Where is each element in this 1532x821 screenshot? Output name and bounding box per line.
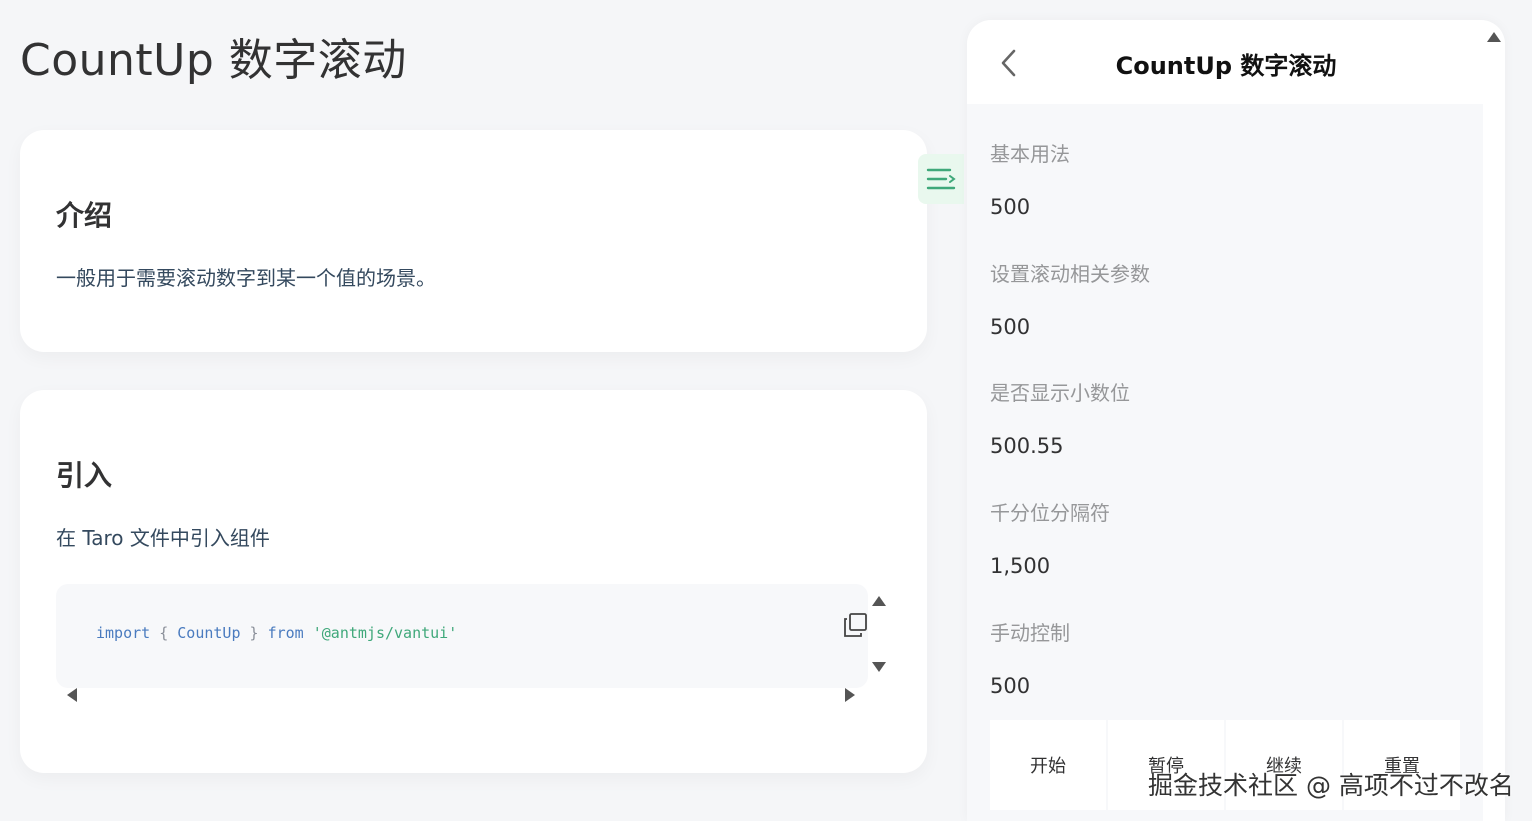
count-up-value: 1,500 (990, 554, 1051, 578)
code-string: '@antmjs/vantui' (312, 624, 458, 642)
import-card: 引入 在 Taro 文件中引入组件 import { CountUp } fro… (20, 390, 927, 773)
code-keyword-from: from (267, 624, 304, 642)
import-text: 在 Taro 文件中引入组件 (56, 526, 270, 550)
toc-button[interactable] (918, 154, 964, 204)
page-title: CountUp 数字滚动 (20, 35, 407, 86)
code-scroll-left-arrow-icon[interactable] (67, 688, 77, 702)
demo-section-title: 设置滚动相关参数 (990, 262, 1150, 286)
code-keyword-import: import (96, 624, 151, 642)
watermark: 掘金技术社区 @ 高项不过不改名 (1148, 771, 1514, 800)
menu-icon (926, 168, 956, 190)
code-block[interactable]: import { CountUp } from '@antmjs/vantui' (56, 584, 868, 688)
demo-section-title: 基本用法 (990, 142, 1070, 166)
count-up-value: 500.55 (990, 434, 1064, 458)
phone-scrollbar-track[interactable] (1483, 104, 1505, 821)
intro-text: 一般用于需要滚动数字到某一个值的场景。 (56, 266, 436, 290)
code-scroll-down-arrow-icon[interactable] (872, 662, 886, 672)
count-up-value: 500 (990, 195, 1031, 219)
phone-nav-bar: CountUp 数字滚动 (967, 20, 1505, 104)
code-scroll-up-arrow-icon[interactable] (872, 596, 886, 606)
count-up-value: 500 (990, 315, 1031, 339)
intro-heading: 介绍 (56, 199, 113, 232)
code-line: import { CountUp } from '@antmjs/vantui' (96, 624, 457, 642)
code-brace-close: } (249, 624, 259, 642)
start-button[interactable]: 开始 (990, 720, 1106, 810)
phone-title: CountUp 数字滚动 (1115, 52, 1337, 80)
demo-section-title: 千分位分隔符 (990, 501, 1110, 525)
count-up-value: 500 (990, 674, 1031, 698)
code-identifier: CountUp (177, 624, 241, 642)
demo-section-title: 手动控制 (990, 621, 1070, 645)
phone-scroll-up-arrow-icon[interactable] (1487, 32, 1501, 42)
import-heading: 引入 (56, 459, 113, 492)
code-scroll-right-arrow-icon[interactable] (845, 688, 855, 702)
demo-phone-preview: CountUp 数字滚动 基本用法 500 设置滚动相关参数 500 是否显示小… (967, 20, 1505, 821)
code-brace-open: { (159, 624, 169, 642)
copy-icon[interactable] (842, 612, 868, 638)
intro-card: 介绍 一般用于需要滚动数字到某一个值的场景。 (20, 130, 927, 352)
demo-section-title: 是否显示小数位 (990, 381, 1130, 405)
